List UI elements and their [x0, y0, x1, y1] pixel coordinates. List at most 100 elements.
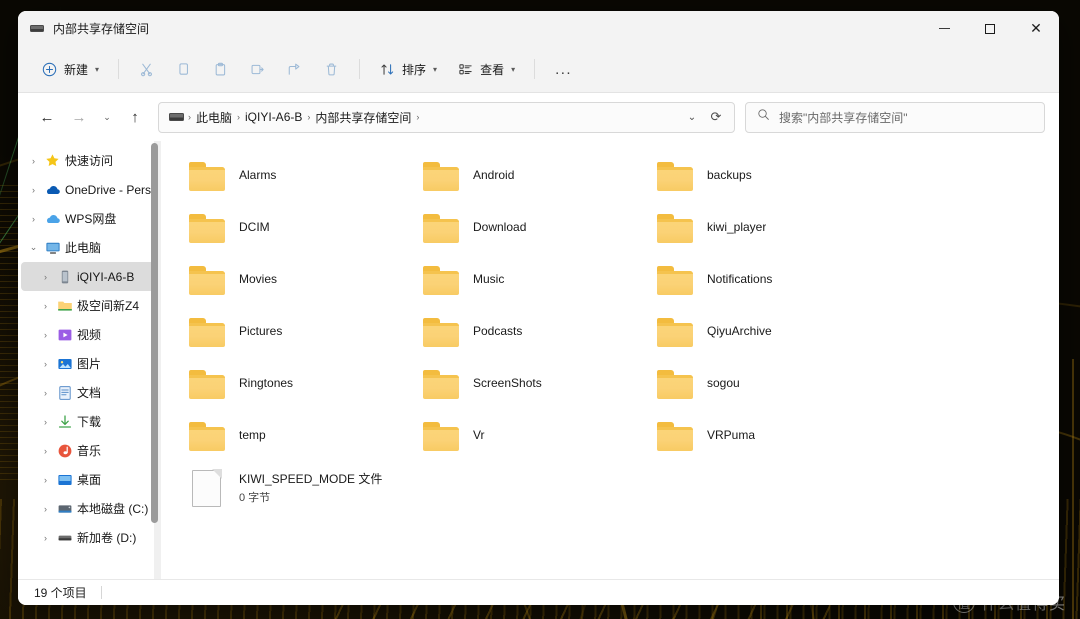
- sidebar-item-本地磁盘 (C:)[interactable]: › 本地磁盘 (C:): [21, 494, 159, 523]
- search-input[interactable]: 搜索"内部共享存储空间": [779, 109, 908, 126]
- file-item[interactable]: KIWI_SPEED_MODE 文件 0 字节: [176, 461, 410, 513]
- sidebar-item-下载[interactable]: › 下载: [21, 407, 159, 436]
- sidebar-item-视频[interactable]: › 视频: [21, 320, 159, 349]
- folder-item[interactable]: VRPuma: [644, 409, 878, 461]
- folder-item[interactable]: Music: [410, 253, 644, 305]
- close-button[interactable]: ✕: [1013, 11, 1059, 46]
- folder-item[interactable]: Notifications: [644, 253, 878, 305]
- breadcrumb[interactable]: › 此电脑 › iQIYI-A6-B › 内部共享存储空间 › ⌄ ⟳: [158, 101, 735, 133]
- folder-item[interactable]: sogou: [644, 357, 878, 409]
- sidebar-item-OneDrive - Pers[interactable]: › OneDrive - Pers: [21, 175, 159, 204]
- sidebar-item-图片[interactable]: › 图片: [21, 349, 159, 378]
- folder-item[interactable]: Podcasts: [410, 305, 644, 357]
- folder-item[interactable]: Pictures: [176, 305, 410, 357]
- folder-item[interactable]: Ringtones: [176, 357, 410, 409]
- file-list-pane[interactable]: Alarms Android backups DCIM Download kiwi_pla…: [164, 141, 1059, 579]
- minimize-button[interactable]: [921, 11, 967, 46]
- folder-icon: [656, 366, 694, 400]
- chevron-down-icon: ▾: [433, 64, 438, 74]
- search-box[interactable]: 搜索"内部共享存储空间": [745, 101, 1045, 133]
- item-text: ScreenShots: [473, 376, 542, 390]
- desktop-background: 值 什么值得买 内部共享存储空间 ✕ 新建 ▾: [0, 0, 1080, 619]
- folder-item[interactable]: DCIM: [176, 201, 410, 253]
- maximize-button[interactable]: [967, 11, 1013, 46]
- sidebar-scrollbar-track[interactable]: [151, 141, 161, 579]
- view-button[interactable]: 查看 ▾: [448, 53, 524, 85]
- divider: [118, 59, 120, 79]
- back-button[interactable]: ←: [32, 102, 62, 132]
- sidebar-item-此电脑[interactable]: ⌄ 此电脑: [21, 233, 159, 262]
- sidebar-item-桌面[interactable]: › 桌面: [21, 465, 159, 494]
- folder-item[interactable]: Download: [410, 201, 644, 253]
- sidebar-item-label: 此电脑: [65, 241, 102, 255]
- breadcrumb-item-2[interactable]: 内部共享存储空间: [311, 109, 415, 126]
- item-text: Podcasts: [473, 324, 522, 338]
- folder-icon: [422, 262, 460, 296]
- sidebar-item-iQIYI-A6-B[interactable]: › iQIYI-A6-B: [21, 262, 159, 291]
- sidebar-item-新加卷 (D:)[interactable]: › 新加卷 (D:): [21, 523, 159, 552]
- chevron-right-icon[interactable]: ›: [27, 214, 40, 224]
- chevron-right-icon[interactable]: ›: [39, 417, 52, 427]
- chevron-right-icon[interactable]: ›: [39, 359, 52, 369]
- more-options-button[interactable]: ...: [545, 61, 582, 78]
- new-button[interactable]: 新建 ▾: [32, 53, 108, 85]
- chevron-right-icon[interactable]: ›: [39, 533, 52, 543]
- divider: [534, 59, 536, 79]
- folder-item[interactable]: kiwi_player: [644, 201, 878, 253]
- breadcrumb-item-0[interactable]: 此电脑: [192, 109, 236, 126]
- item-name: kiwi_player: [707, 220, 767, 234]
- item-name: Notifications: [707, 272, 773, 286]
- refresh-icon[interactable]: ⟳: [704, 109, 728, 125]
- chevron-right-icon[interactable]: ›: [27, 156, 40, 166]
- sidebar-item-label: OneDrive - Pers: [65, 182, 152, 197]
- chevron-down-icon: ▾: [95, 64, 100, 74]
- chevron-right-icon[interactable]: ›: [39, 272, 52, 282]
- share-button[interactable]: [277, 53, 312, 85]
- folder-item[interactable]: Android: [410, 149, 644, 201]
- item-text: Ringtones: [239, 376, 293, 390]
- up-button[interactable]: ↑: [120, 102, 150, 132]
- window-controls: ✕: [921, 11, 1059, 46]
- folder-item[interactable]: Movies: [176, 253, 410, 305]
- star-icon: [44, 152, 61, 169]
- folder-item[interactable]: Alarms: [176, 149, 410, 201]
- rename-button[interactable]: [240, 53, 275, 85]
- folder-item[interactable]: temp: [176, 409, 410, 461]
- delete-button[interactable]: [314, 53, 349, 85]
- chevron-right-icon[interactable]: ›: [39, 446, 52, 456]
- cut-button[interactable]: [129, 53, 164, 85]
- item-name: DCIM: [239, 220, 270, 234]
- breadcrumb-dropdown-icon[interactable]: ⌄: [680, 112, 704, 123]
- copy-button[interactable]: [166, 53, 201, 85]
- chevron-right-icon[interactable]: ›: [39, 504, 52, 514]
- breadcrumb-item-1[interactable]: iQIYI-A6-B: [241, 110, 306, 124]
- chevron-right-icon[interactable]: ›: [39, 388, 52, 398]
- sort-button[interactable]: 排序 ▾: [370, 53, 446, 85]
- item-name: Alarms: [239, 168, 277, 182]
- sidebar-item-音乐[interactable]: › 音乐: [21, 436, 159, 465]
- chevron-right-icon[interactable]: ›: [39, 475, 52, 485]
- folder-item[interactable]: QiyuArchive: [644, 305, 878, 357]
- folder-icon: [422, 418, 460, 452]
- paste-button[interactable]: [203, 53, 238, 85]
- chevron-right-icon[interactable]: ›: [39, 330, 52, 340]
- chevron-down-icon[interactable]: ⌄: [27, 242, 40, 253]
- folder-item[interactable]: ScreenShots: [410, 357, 644, 409]
- sidebar-scrollbar-thumb[interactable]: [151, 143, 158, 523]
- scissors-icon: [138, 61, 155, 78]
- sidebar-item-极空间新Z4[interactable]: › 极空间新Z4: [21, 291, 159, 320]
- folder-item[interactable]: Vr: [410, 409, 644, 461]
- folder-icon: [188, 314, 226, 348]
- cloud-icon: [44, 181, 61, 198]
- sidebar-item-文档[interactable]: › 文档: [21, 378, 159, 407]
- chevron-right-icon[interactable]: ›: [39, 301, 52, 311]
- sidebar-item-WPS网盘[interactable]: › WPS网盘: [21, 204, 159, 233]
- status-bar: 19 个项目: [18, 579, 1059, 605]
- folder-item[interactable]: backups: [644, 149, 878, 201]
- recent-locations-button[interactable]: ⌄: [96, 102, 118, 132]
- sidebar-item-快速访问[interactable]: › 快速访问: [21, 146, 159, 175]
- chevron-right-icon[interactable]: ›: [27, 185, 40, 195]
- item-text: Android: [473, 168, 514, 182]
- forward-button[interactable]: →: [64, 102, 94, 132]
- sidebar-item-label: 下载: [77, 415, 102, 429]
